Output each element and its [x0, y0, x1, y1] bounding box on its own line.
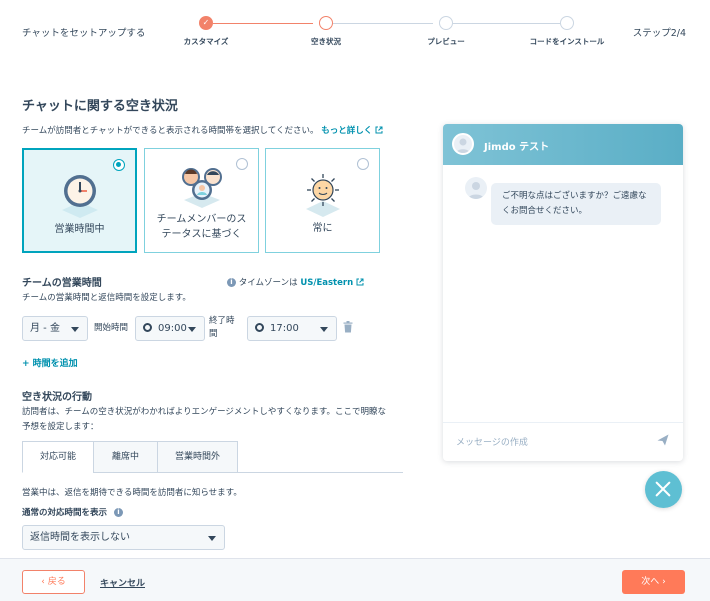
radio-always[interactable]: [357, 158, 369, 170]
option-card-business-hours[interactable]: 営業時間中: [22, 148, 137, 253]
end-time-label: 終了時 間: [209, 315, 235, 341]
step-connector: [333, 23, 433, 24]
avatar: [452, 133, 474, 155]
availability-title: チャットに関する空き状況: [22, 99, 178, 114]
team-hours-description: チームの営業時間と返信時間を設定します。: [22, 293, 191, 303]
alarm-clock-icon: [255, 323, 264, 332]
timezone-info: i タイムゾーンは US/Eastern: [227, 276, 364, 288]
option-label-team-status-line1: チームメンバーのス: [156, 214, 247, 225]
back-button[interactable]: ‹ 戻る: [22, 570, 85, 594]
setup-title: チャットをセットアップする: [22, 28, 146, 39]
message-composer-input[interactable]: メッセージの作成: [456, 435, 528, 448]
back-button-label: 戻る: [47, 577, 66, 587]
chevron-left-icon: ‹: [41, 577, 45, 587]
behavior-description-line2: 予想を設定します：: [22, 422, 99, 432]
option-card-always[interactable]: 常に: [265, 148, 380, 253]
cancel-button[interactable]: キャンセル: [100, 576, 145, 589]
external-link-icon: [356, 278, 364, 286]
option-card-team-status[interactable]: チームメンバーのス テータスに基づく: [144, 148, 259, 253]
end-time-select[interactable]: 17:00: [247, 316, 337, 341]
trash-icon[interactable]: [343, 321, 353, 333]
step-dot-customize[interactable]: ✓: [199, 16, 213, 30]
tab-available[interactable]: 対応可能: [22, 441, 94, 473]
learn-more-link[interactable]: もっと詳しく: [321, 126, 383, 136]
timezone-link[interactable]: US/Eastern: [300, 278, 364, 288]
setup-header: チャットをセットアップする ✓ カスタマイズ 空き状況 プレビュー コードをイン…: [0, 0, 710, 60]
radio-team-status[interactable]: [236, 158, 248, 170]
alarm-clock-icon: [143, 323, 152, 332]
start-time-value: 09:00: [158, 323, 187, 334]
response-time-select[interactable]: 返信時間を表示しない: [22, 525, 225, 550]
step-label-availability: 空き状況: [311, 37, 341, 46]
caret-down-icon: [188, 327, 196, 332]
team-avatars-icon: [181, 168, 222, 208]
option-label-business-hours: 営業時間中: [54, 224, 105, 235]
close-chat-button[interactable]: [645, 471, 682, 508]
next-button-label: 次へ: [641, 577, 660, 587]
days-select[interactable]: 月 - 金: [22, 316, 88, 341]
end-time-value: 17:00: [270, 323, 299, 334]
learn-more-label: もっと詳しく: [321, 126, 373, 136]
step-dot-preview: [439, 16, 453, 30]
step-label-install: コードをインストール: [529, 37, 605, 46]
step-label-customize: カスタマイズ: [183, 37, 229, 46]
tab-after-hours[interactable]: 営業時間外: [157, 441, 238, 473]
start-time-select[interactable]: 09:00: [135, 316, 205, 341]
external-link-icon: [375, 126, 383, 134]
response-time-label-text: 通常の対応時間を表示: [22, 508, 108, 518]
availability-description-text: チームが訪問者とチャットができると表示される時間帯を選択してください。: [22, 126, 319, 136]
behavior-description: 訪問者は、チームの空き状況がわかればよりエンゲージメントしやすくなります。ここで…: [22, 405, 386, 435]
chat-header: Jimdo テスト: [443, 124, 683, 165]
sun-face-icon: [305, 174, 340, 217]
step-dot-install: [560, 16, 574, 30]
timezone-label: タイムゾーンは: [238, 278, 298, 288]
add-time-link[interactable]: + 時間を追加: [22, 356, 78, 369]
info-icon: i: [113, 508, 123, 517]
info-icon: i: [227, 278, 236, 287]
avatar: [465, 177, 487, 199]
check-icon: ✓: [202, 18, 210, 27]
behavior-title: 空き状況の行動: [22, 392, 92, 403]
timezone-value: US/Eastern: [300, 278, 354, 288]
days-select-value: 月 - 金: [30, 323, 60, 334]
user-icon: [456, 138, 470, 153]
step-connector-done: [213, 23, 313, 24]
step-dot-availability[interactable]: [319, 16, 333, 30]
option-label-team-status: チームメンバーのス テータスに基づく: [145, 212, 258, 242]
end-time-label-line2: 間: [209, 329, 218, 339]
chevron-right-icon: ›: [662, 577, 666, 587]
availability-description: チームが訪問者とチャットができると表示される時間帯を選択してください。 もっと詳…: [22, 124, 383, 136]
caret-down-icon: [320, 327, 328, 332]
chat-preview-widget: Jimdo テスト ご不明な点はございますか？ご遠慮なくお問合せください。 メッ…: [443, 124, 683, 461]
caret-down-icon: [71, 327, 79, 332]
step-label-preview: プレビュー: [427, 37, 465, 46]
caret-down-icon: [208, 536, 216, 541]
tab-away[interactable]: 離席中: [93, 441, 158, 473]
step-count: ステップ2/4: [632, 28, 686, 39]
radio-business-hours[interactable]: [113, 159, 125, 171]
chat-title: Jimdo テスト: [484, 142, 550, 153]
behavior-description-line1: 訪問者は、チームの空き状況がわかればよりエンゲージメントしやすくなります。ここで…: [22, 407, 386, 417]
option-label-always: 常に: [312, 223, 333, 234]
tab-description: 営業中は、返信を期待できる時間を訪問者に知らせます。: [22, 488, 242, 498]
send-icon[interactable]: [657, 434, 669, 446]
clock-icon: [61, 175, 98, 218]
response-time-value: 返信時間を表示しない: [30, 532, 130, 543]
response-time-label: 通常の対応時間を表示 i: [22, 506, 123, 518]
next-button[interactable]: 次へ ›: [622, 570, 685, 594]
composer-divider: [443, 422, 683, 423]
end-time-label-line1: 終了時: [209, 316, 235, 326]
team-hours-title: チームの営業時間: [22, 278, 102, 289]
user-icon: [468, 182, 484, 199]
step-connector: [453, 23, 560, 24]
chat-message-bubble: ご不明な点はございますか？ご遠慮なくお問合せください。: [491, 183, 661, 225]
start-time-label: 開始時間: [94, 323, 129, 333]
footer-bar: ‹ 戻る キャンセル 次へ ›: [0, 558, 710, 601]
option-label-team-status-line2: テータスに基づく: [161, 229, 242, 240]
